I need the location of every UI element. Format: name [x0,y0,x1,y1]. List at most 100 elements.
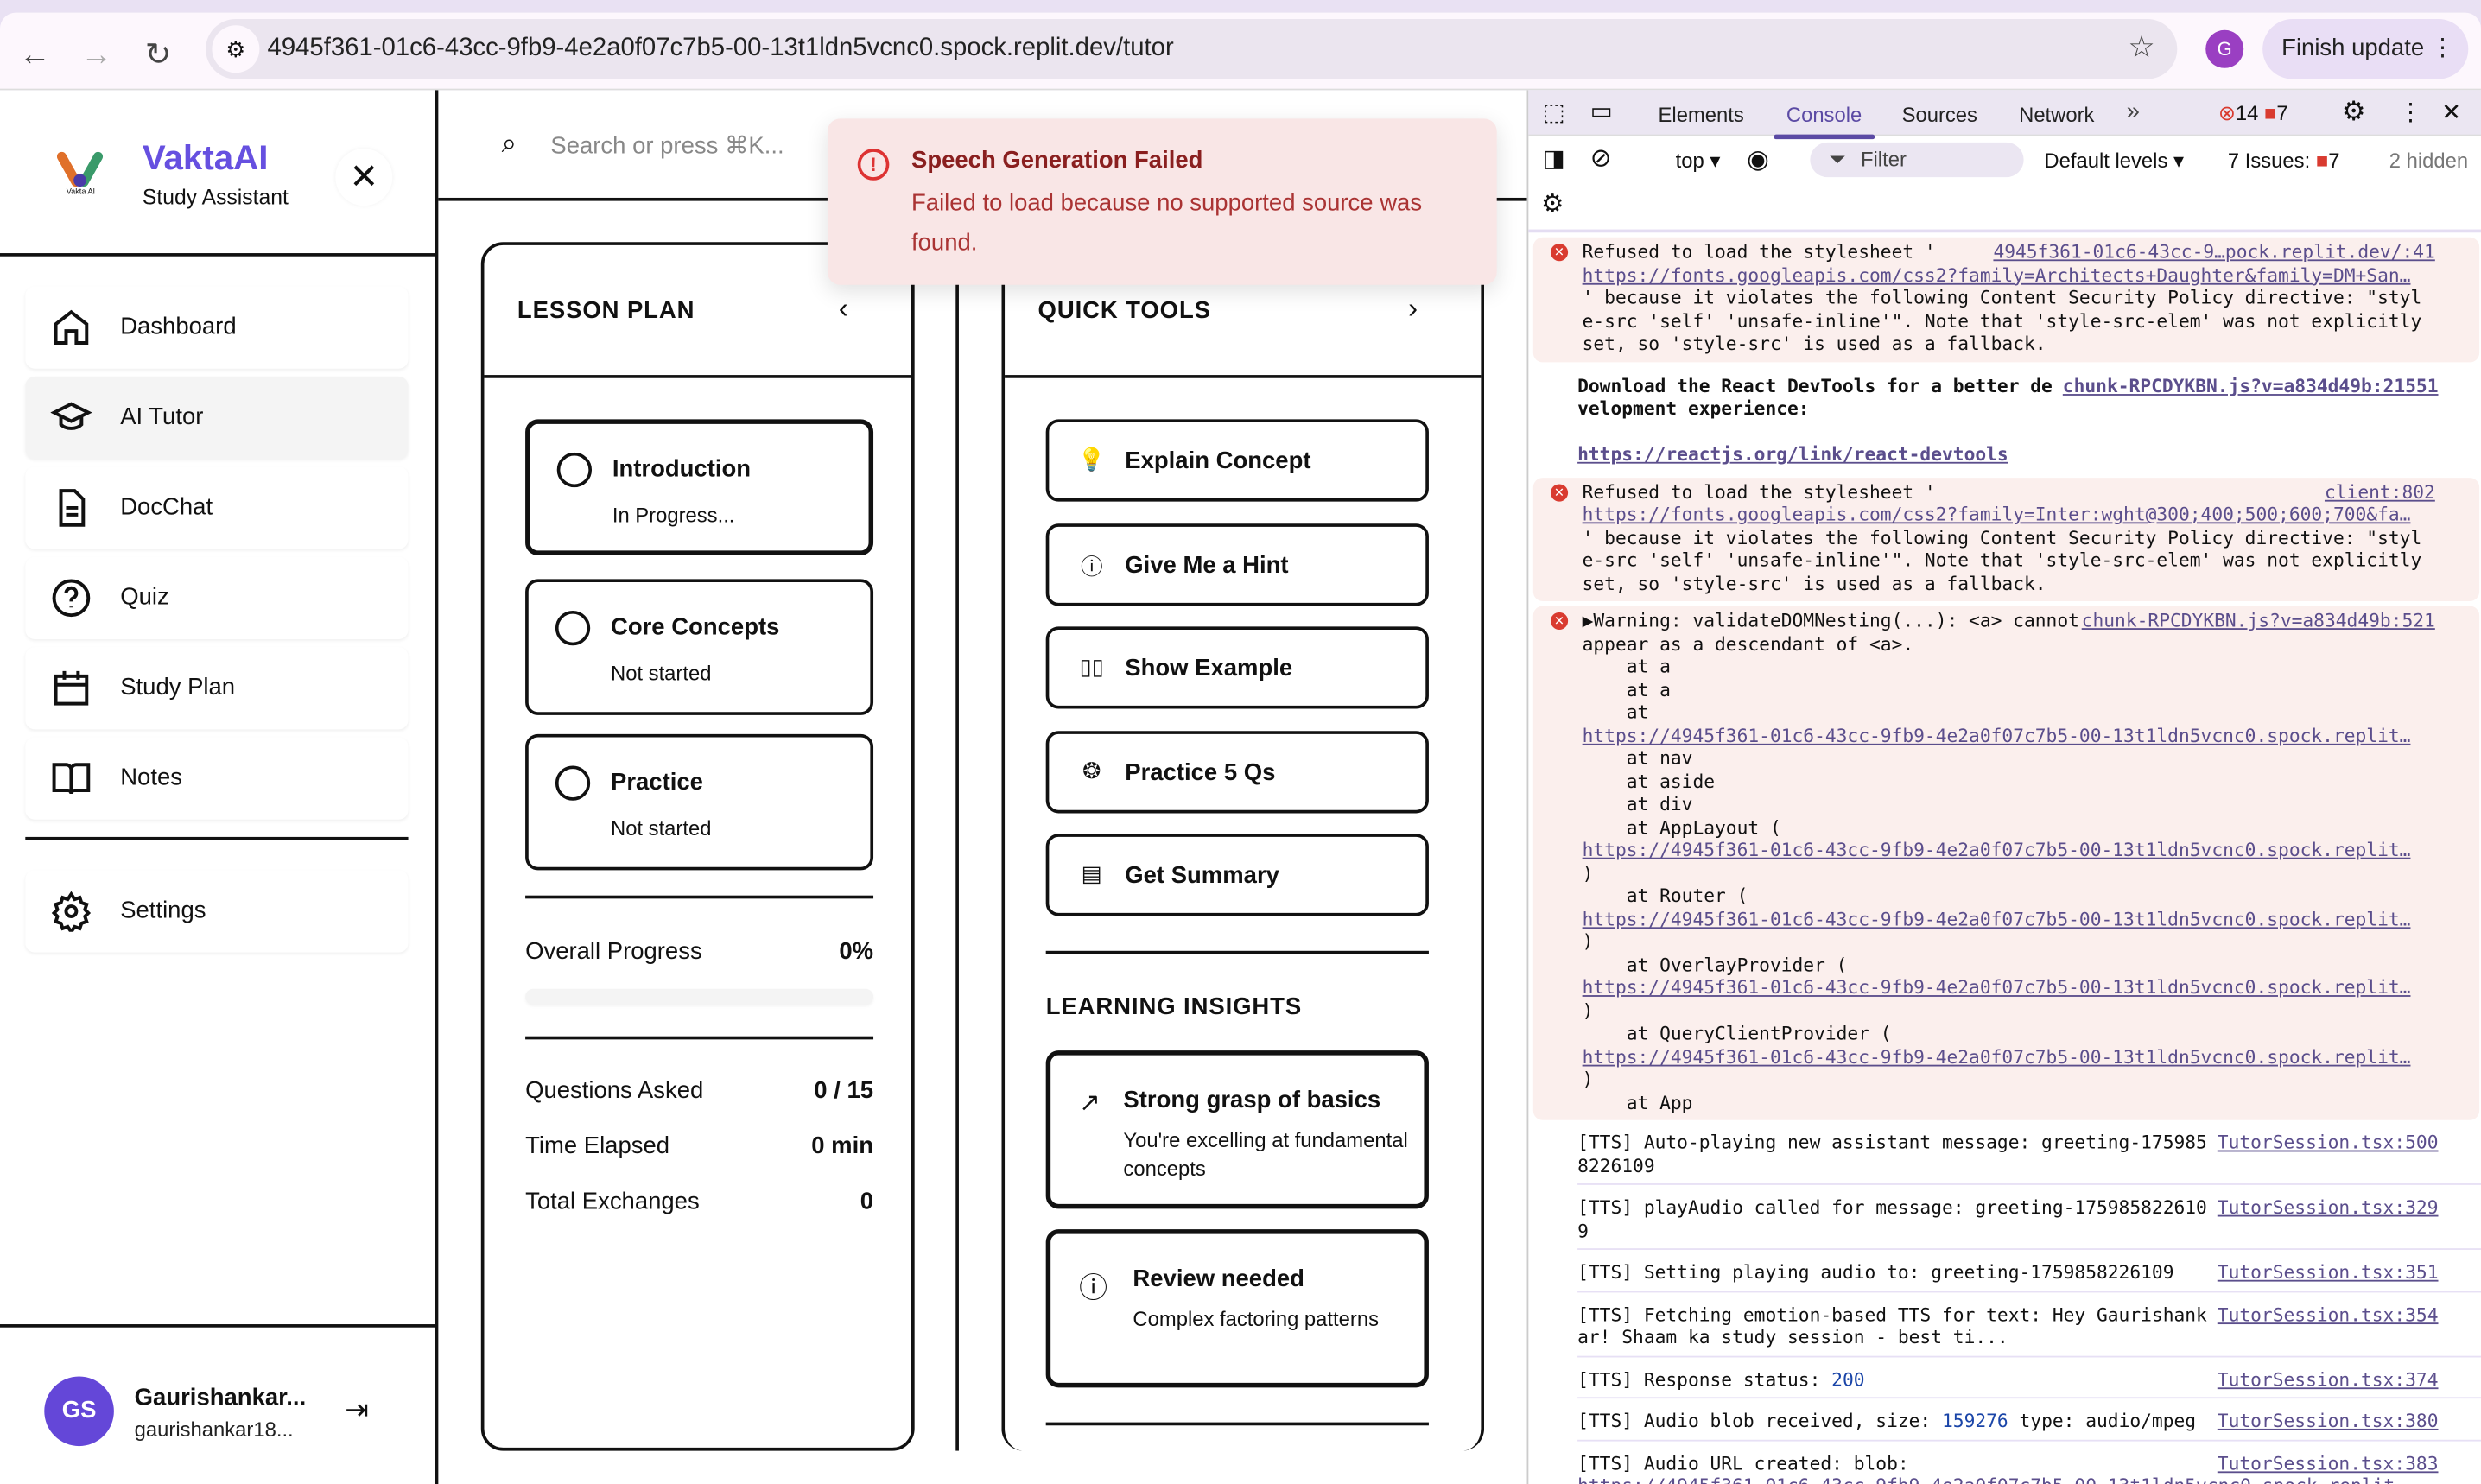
brand-name: VaktaAI [142,137,269,178]
console-output: ✕ 4945f361-01c6-43cc-9…pock.replit.dev/:4… [1528,229,2481,1484]
url-text[interactable]: 4945f361-01c6-43cc-9fb9-4e2a0f07c7b5-00-… [268,35,1174,63]
divider [1045,1422,1429,1426]
chevron-left-icon[interactable]: ‹ [839,293,848,326]
error-count[interactable]: ⊗14 ■7 [2218,101,2288,126]
lesson-step[interactable]: Core Concepts Not started [525,579,874,715]
error-icon: ✕ [1550,483,1569,501]
source-link[interactable]: client:802 [2325,480,2435,504]
message-text: type: audio/mpeg [2008,1409,2197,1432]
inspect-element-icon[interactable]: ⬚ [1543,98,1565,126]
radio-icon [555,765,591,801]
explain-concept-button[interactable]: 💡 Explain Concept [1045,419,1429,502]
sidebar-item-study-plan[interactable]: Study Plan [25,647,408,729]
panel-divider[interactable] [955,242,959,1451]
sidebar-item-docchat[interactable]: DocChat [25,466,408,549]
sidebar-toggle-icon[interactable]: ◨ [1543,144,1565,173]
book-open-icon: ▯▯ [1079,653,1104,679]
finish-update-button[interactable]: Finish update ⋮ [2262,18,2469,79]
log-levels-select[interactable]: Default levels ▾ [2044,149,2184,174]
user-profile: GS Gaurishankar... gaurishankar18... ⇥ [0,1324,435,1484]
gear-icon [51,891,92,932]
stat-label: Questions Asked [525,1077,704,1105]
sidebar-item-dashboard[interactable]: Dashboard [25,287,408,369]
get-summary-button[interactable]: ▤ Get Summary [1045,834,1429,916]
sidebar-item-notes[interactable]: Notes [25,738,408,820]
kebab-menu-icon[interactable]: ⋮ [2399,98,2422,126]
url-link[interactable]: https://4945f361-01c6-43cc-9fb9-4e2a0f07… [1583,907,2411,929]
calendar-icon [54,670,89,706]
source-link[interactable]: TutorSession.tsx:383 [2218,1451,2439,1474]
sidebar-item-settings[interactable]: Settings [25,870,408,952]
source-link[interactable]: chunk-RPCDYKBN.js?v=a834d49b:521 [2082,609,2435,632]
chevron-right-icon[interactable]: › [1408,293,1418,326]
url-link[interactable]: https://4945f361-01c6-43cc-9fb9-4e2a0f07… [1583,839,2411,861]
url-link[interactable]: https://4945f361-01c6-43cc-9fb9-4e2a0f07… [1583,724,2411,746]
tab-network[interactable]: Network [2019,103,2094,126]
bookmark-star-icon[interactable]: ☆ [2128,30,2154,67]
stat-label: Total Exchanges [525,1188,700,1215]
back-icon[interactable]: ← [14,35,55,76]
console-log: TutorSession.tsx:374 [TTS] Response statu… [1577,1357,2481,1399]
message-text: at nav at aside at div at AppLayout ( [1626,746,1781,838]
message-text: [TTS] Fetching emotion-based TTS for tex… [1577,1303,2207,1348]
alert-icon: ! [857,149,890,181]
sidebar-item-ai-tutor[interactable]: AI Tutor [25,376,409,460]
context-select[interactable]: top ▾ [1676,149,1721,174]
error-icon: ⊗ [2218,101,2236,125]
device-toolbar-icon[interactable]: ▭ [1590,97,1613,125]
tab-elements[interactable]: Elements [1659,103,1744,126]
tab-sources[interactable]: Sources [1902,103,1977,126]
source-link[interactable]: TutorSession.tsx:374 [2218,1367,2439,1391]
home-icon [54,309,89,345]
source-link[interactable]: TutorSession.tsx:380 [2218,1410,2439,1433]
forward-icon[interactable]: → [76,35,117,76]
show-example-button[interactable]: ▯▯ Show Example [1045,626,1429,709]
clear-console-icon[interactable]: ⊘ [1590,143,1612,174]
lesson-plan-card: LESSON PLAN ‹ Introduction In Progress... … [480,242,915,1451]
error-toast[interactable]: ! Speech Generation Failed Failed to loa… [827,118,1497,285]
issues-button[interactable]: 7 Issues: ■7 [2228,149,2340,172]
sidebar-item-label: DocChat [120,493,213,521]
eye-icon[interactable]: ◉ [1747,144,1769,176]
sidebar-item-quiz[interactable]: Quiz [25,557,408,639]
site-settings-icon[interactable]: ⚙ [212,25,260,73]
url-link[interactable]: https://fonts.googleapis.com/css2?family… [1583,263,2411,286]
console-settings-icon[interactable]: ⚙ [1541,188,1564,220]
lesson-step[interactable]: Introduction In Progress... [525,419,874,555]
console-log: TutorSession.tsx:351 [TTS] Setting playin… [1577,1250,2481,1292]
source-link[interactable]: TutorSession.tsx:351 [2218,1261,2439,1284]
close-devtools-icon[interactable]: ✕ [2441,98,2461,126]
message-text: ' because it violates the following Cont… [1582,286,2422,355]
insight-title: Review needed [1133,1265,1304,1293]
step-status: Not started [610,816,712,840]
url-link[interactable]: https://4945f361-01c6-43cc-9fb9-4e2a0f07… [1583,976,2411,999]
source-link[interactable]: TutorSession.tsx:500 [2218,1132,2439,1155]
give-hint-button[interactable]: ⓘ Give Me a Hint [1045,523,1429,606]
profile-avatar[interactable]: G [2205,29,2244,68]
source-link[interactable]: TutorSession.tsx:354 [2218,1303,2439,1326]
close-sidebar-button[interactable]: ✕ [335,149,392,206]
address-bar[interactable]: ⚙ 4945f361-01c6-43cc-9fb9-4e2a0f07c7b5-0… [206,18,2178,79]
stat-row: Questions Asked 0 / 15 [525,1077,873,1104]
url-link[interactable]: https://reactjs.org/link/react-devtools [1577,443,2008,466]
more-tabs-icon[interactable]: » [2127,98,2140,125]
source-link[interactable]: chunk-RPCDYKBN.js?v=a834d49b:21551 [2063,374,2439,397]
message-text: ) at App [1582,1068,1693,1113]
url-link[interactable]: https://4945f361-01c6-43cc-9fb9-4e2a0f07… [1577,1474,2406,1484]
source-link[interactable]: TutorSession.tsx:329 [2218,1196,2439,1220]
tab-console[interactable]: Console [1774,103,1875,140]
url-link[interactable]: https://4945f361-01c6-43cc-9fb9-4e2a0f07… [1583,1045,2411,1068]
settings-icon[interactable]: ⚙ [2342,97,2366,129]
insight-title: Strong grasp of basics [1123,1087,1381,1114]
logout-icon[interactable]: ⇥ [345,1394,369,1427]
url-link[interactable]: https://fonts.googleapis.com/css2?family… [1583,503,2411,525]
source-link[interactable]: 4945f361-01c6-43cc-9…pock.replit.dev/:41 [1993,240,2434,263]
quick-tools-title: QUICK TOOLS [1037,297,1211,325]
search-input[interactable]: Search or press ⌘K... [550,131,784,160]
practice-button[interactable]: ❂ Practice 5 Qs [1045,731,1429,814]
filter-input[interactable]: ⏷ Filter [1810,142,2024,178]
reload-icon[interactable]: ↻ [137,35,179,76]
user-avatar[interactable]: GS [44,1376,114,1447]
error-icon: ✕ [1550,244,1569,262]
lesson-step[interactable]: Practice Not started [525,733,874,871]
